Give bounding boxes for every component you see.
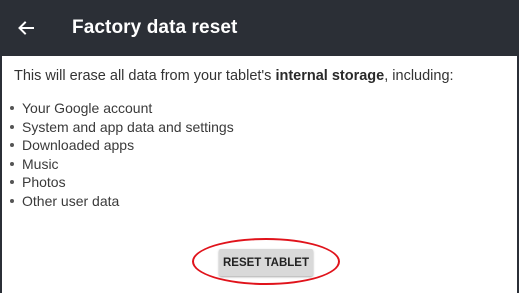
intro-suffix: , including: (384, 68, 454, 84)
reset-tablet-button[interactable]: RESET TABLET (219, 249, 313, 276)
back-button[interactable] (0, 0, 52, 56)
intro-emphasis: internal storage (275, 68, 385, 84)
list-item: Other user data (8, 192, 234, 211)
bullet (10, 124, 14, 129)
content-area: This will erase all data from your table… (0, 56, 519, 293)
list-item: Music (8, 155, 234, 174)
reset-button-area: RESET TABLET (192, 238, 344, 291)
arrow-back-icon (18, 21, 34, 35)
bullet (10, 106, 14, 110)
intro-text: This will erase all data from your table… (14, 68, 454, 84)
intro-prefix: This will erase all data from your table… (14, 68, 276, 84)
bullet (10, 198, 14, 203)
bullet (10, 161, 14, 166)
factory-reset-screen: Factory data reset This will erase all d… (0, 0, 519, 293)
list-item: Photos (8, 173, 234, 192)
list-item: Downloaded apps (8, 136, 234, 155)
bullet (10, 180, 14, 184)
list-item: System and app data and settings (8, 118, 234, 137)
erase-items-list: Your Google account System and app data … (8, 99, 234, 210)
page-title: Factory data reset (72, 17, 238, 38)
list-item: Your Google account (8, 99, 234, 118)
bullet (10, 143, 14, 147)
app-bar: Factory data reset (0, 0, 519, 56)
